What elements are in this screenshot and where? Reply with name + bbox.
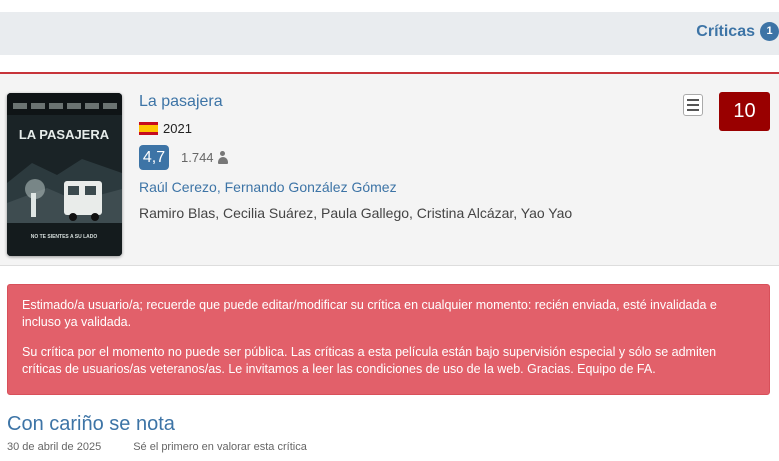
rating-row: 4,7 1.744 [139, 145, 228, 170]
user-score[interactable]: 10 [719, 92, 770, 131]
vote-count: 1.744 [181, 150, 214, 165]
review-title: Con cariño se nota [7, 413, 175, 435]
poster-tagline: NO TE SIENTES A SU LADO [31, 234, 98, 240]
movie-year: 2021 [163, 121, 192, 136]
cast-list: Ramiro Blas, Cecilia Suárez, Paula Galle… [139, 205, 573, 221]
review-meta: 30 de abril de 2025 Sé el primero en valo… [7, 441, 307, 453]
directors: Raúl Cerezo, Fernando González Gómez [139, 179, 397, 195]
movie-title-link[interactable]: La pasajera [139, 93, 223, 111]
poster-title-text: LA PASAJERA [19, 127, 110, 142]
rate-review-prompt[interactable]: Sé el primero en valorar esta crítica [133, 441, 307, 453]
average-rating: 4,7 [139, 145, 169, 170]
tab-criticas-label: Críticas [696, 22, 755, 40]
spain-flag-icon [139, 122, 158, 135]
movie-card: LA PASAJERA NO TE SIENTES A SU LADO La p… [0, 72, 779, 266]
user-icon [217, 151, 228, 164]
criticas-count-badge: 1 [760, 22, 779, 41]
review-date: 30 de abril de 2025 [7, 441, 102, 453]
poster-image: LA PASAJERA NO TE SIENTES A SU LADO [7, 93, 122, 256]
year-row: 2021 [139, 121, 192, 136]
alert-line-edit: Estimado/a usuario/a; recuerde que puede… [22, 298, 717, 329]
director-link-2[interactable]: Fernando González Gómez [225, 179, 397, 195]
alert-message: Estimado/a usuario/a; recuerde que puede… [7, 284, 770, 395]
add-to-list-button[interactable] [683, 94, 703, 116]
alert-line-supervision: Su crítica por el momento no puede ser p… [22, 345, 717, 376]
top-bar: Críticas 1 [0, 12, 779, 55]
movie-poster[interactable]: LA PASAJERA NO TE SIENTES A SU LADO [7, 93, 122, 256]
director-link-1[interactable]: Raúl Cerezo [139, 179, 217, 195]
tab-criticas[interactable]: Críticas 1 [696, 22, 779, 41]
